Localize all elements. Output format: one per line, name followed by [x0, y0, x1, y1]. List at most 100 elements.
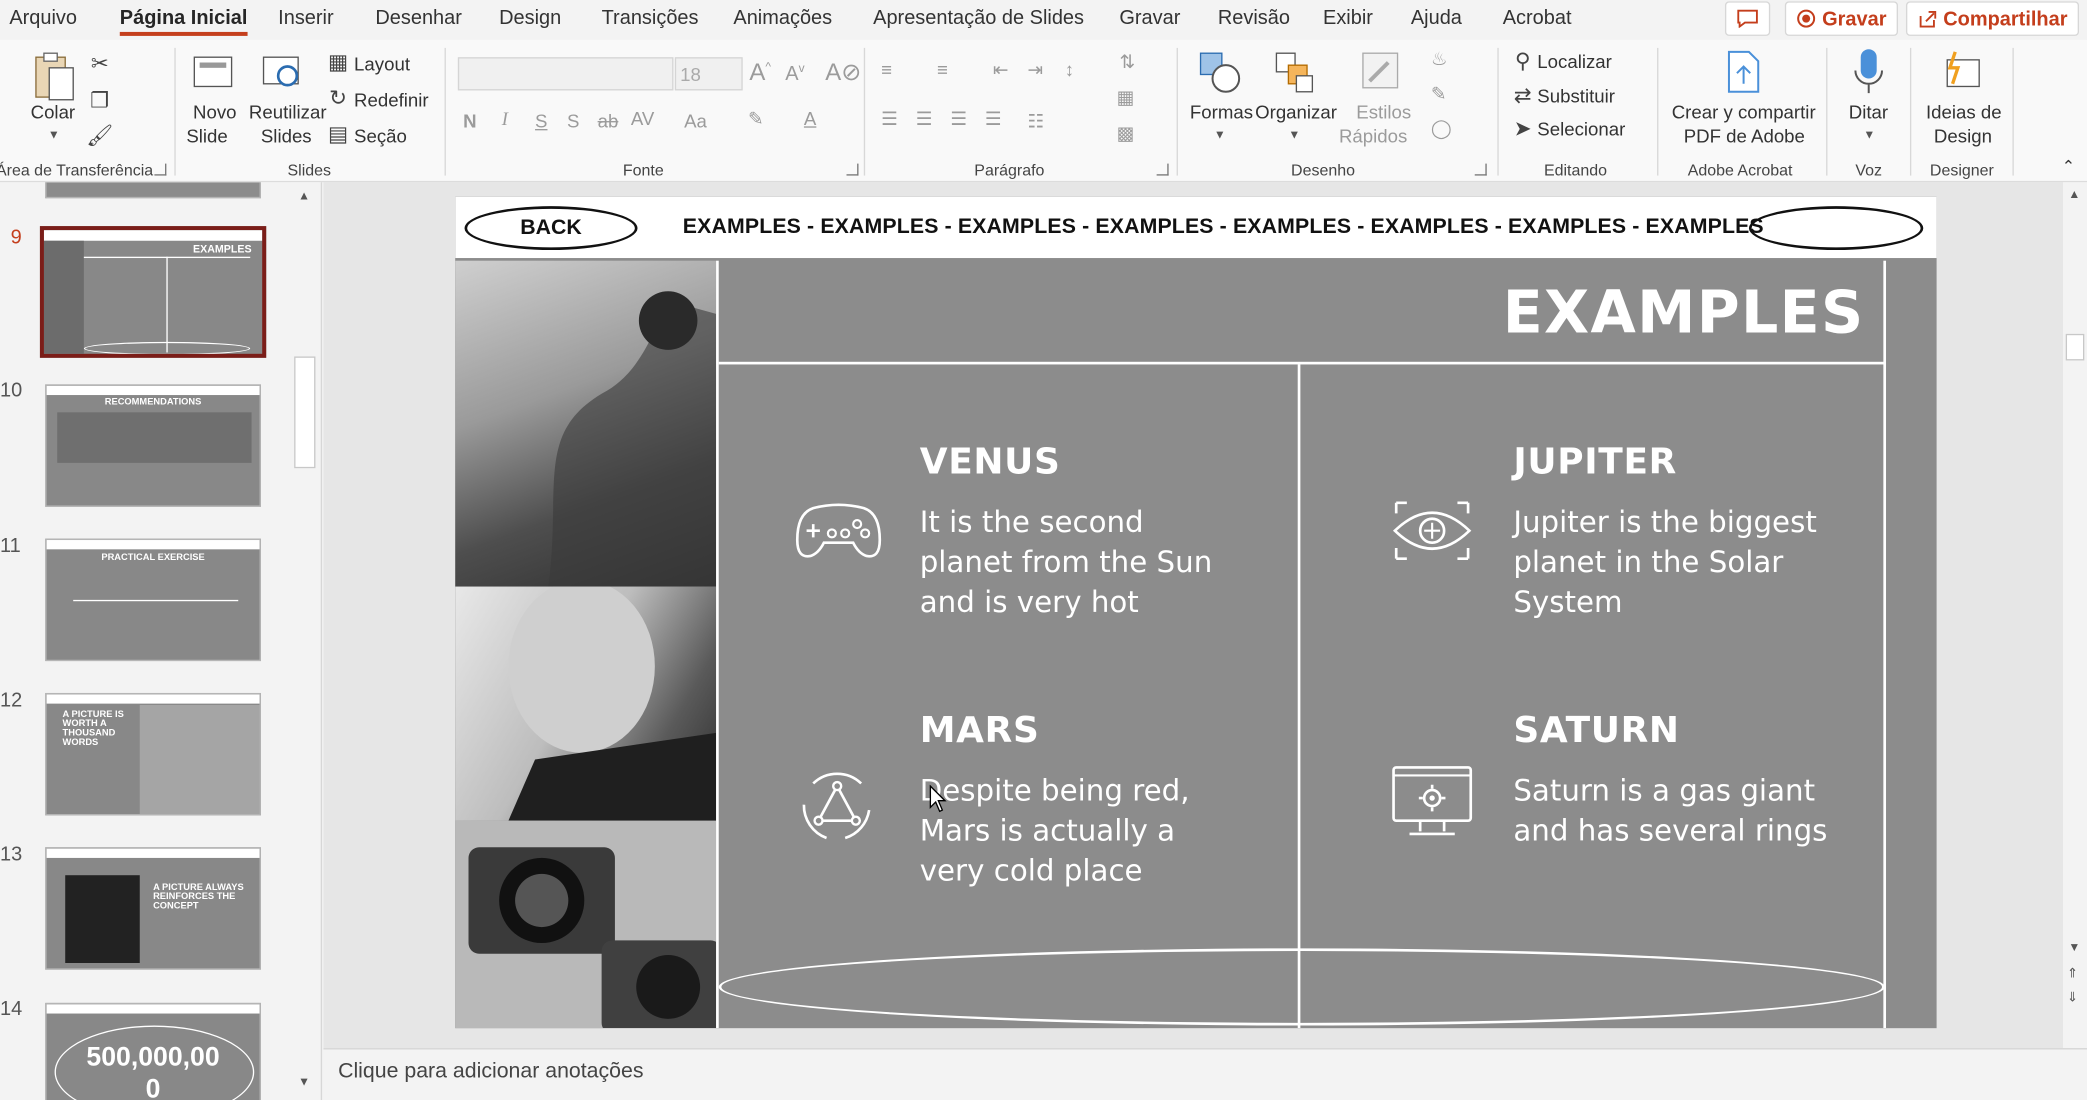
collapse-ribbon-icon[interactable]: ⌃ — [2062, 157, 2075, 176]
create-pdf-label-1[interactable]: Crear y compartir — [1672, 101, 1816, 122]
align-center-icon[interactable]: ☰ — [916, 108, 933, 131]
numbering-icon[interactable]: ≡ — [937, 59, 948, 80]
notes-placeholder[interactable]: Clique para adicionar anotações — [338, 1060, 643, 1084]
dictate-dropdown-icon[interactable]: ▼ — [1863, 128, 1875, 141]
slide-thumbnail-13[interactable]: A PICTURE ALWAYS REINFORCES THE CONCEPT — [45, 847, 261, 970]
font-color-icon[interactable]: A — [804, 108, 816, 129]
tab-animacoes[interactable]: Animações — [733, 7, 832, 30]
shape-effects-icon[interactable]: ◯ — [1431, 117, 1452, 140]
slide-thumbnail-14[interactable]: 500,000,00 0 — [45, 1002, 261, 1100]
tab-gravar[interactable]: Gravar — [1119, 7, 1180, 30]
columns-icon[interactable]: ☷ — [1028, 110, 1045, 133]
font-launcher-icon[interactable] — [846, 163, 859, 176]
paste-button[interactable]: Colar — [31, 101, 76, 122]
quick-styles-icon[interactable] — [1358, 48, 1406, 96]
design-ideas-label-2[interactable]: Design — [1934, 125, 1992, 146]
align-left-icon[interactable]: ☰ — [881, 108, 898, 131]
create-pdf-icon[interactable] — [1720, 48, 1768, 96]
shape-outline-icon[interactable]: ✎ — [1431, 82, 1447, 105]
justify-icon[interactable]: ☰ — [985, 108, 1002, 131]
scroll-thumb[interactable] — [2065, 333, 2085, 361]
tab-pagina-inicial[interactable]: Página Inicial — [119, 7, 247, 36]
comments-button[interactable] — [1724, 1, 1771, 36]
right-oval-button[interactable] — [1748, 206, 1924, 251]
slide-thumbnail-10[interactable]: RECOMMENDATIONS — [45, 384, 261, 507]
new-slide-label-1[interactable]: Novo — [193, 101, 237, 122]
slide-thumbnail-9[interactable]: EXAMPLES — [39, 226, 267, 358]
font-name-select[interactable] — [457, 57, 674, 91]
underline-icon[interactable]: S — [535, 110, 547, 131]
tab-desenhar[interactable]: Desenhar — [375, 7, 462, 30]
tab-exibir[interactable]: Exibir — [1323, 7, 1373, 30]
current-slide[interactable]: BACK EXAMPLES - EXAMPLES - EXAMPLES - EX… — [455, 196, 1937, 1029]
next-slide-icon[interactable]: ⇓ — [2067, 991, 2078, 1006]
arrange-button[interactable]: Organizar — [1255, 101, 1337, 122]
text-direction-icon[interactable]: ⇅ — [1119, 51, 1135, 74]
clipboard-launcher-icon[interactable] — [154, 163, 167, 176]
scroll-up-icon[interactable]: ▲ — [298, 189, 310, 202]
layout-button[interactable]: Layout — [354, 53, 410, 74]
italic-icon[interactable]: I — [502, 110, 508, 131]
quick-styles-label-1[interactable]: Estilos — [1356, 101, 1411, 122]
shrink-font-icon[interactable]: Av — [785, 61, 804, 85]
quick-styles-label-2[interactable]: Rápidos — [1339, 125, 1407, 146]
tab-transicoes[interactable]: Transições — [602, 7, 699, 30]
dictate-button[interactable]: Ditar — [1849, 101, 1888, 122]
grow-font-icon[interactable]: A^ — [749, 59, 771, 87]
slide-thumbnail-12[interactable]: A PICTURE IS WORTH A THOUSAND WORDS — [45, 692, 261, 816]
thumbnails-scrollbar[interactable]: ▲ ▼ — [291, 182, 319, 1100]
bullets-icon[interactable]: ≡ — [881, 59, 892, 80]
paste-icon[interactable] — [29, 48, 77, 104]
tab-ajuda[interactable]: Ajuda — [1411, 7, 1462, 30]
drawing-launcher-icon[interactable] — [1474, 163, 1487, 176]
notes-pane[interactable]: Clique para adicionar anotações — [323, 1048, 2087, 1100]
design-ideas-label-1[interactable]: Ideias de — [1926, 101, 2002, 122]
new-slide-label-2[interactable]: Slide — [186, 125, 227, 146]
section-button[interactable]: Seção — [354, 125, 407, 146]
smartart-icon[interactable]: ▩ — [1117, 122, 1135, 145]
highlight-icon[interactable]: ✎ — [748, 108, 764, 131]
font-size-select[interactable]: 18 — [674, 57, 743, 91]
arrange-icon[interactable] — [1271, 48, 1319, 96]
line-spacing-icon[interactable]: ↕ — [1065, 59, 1074, 80]
change-case-icon[interactable]: Aa — [684, 110, 707, 131]
bold-icon[interactable]: N — [463, 110, 476, 131]
reuse-slides-label-1[interactable]: Reutilizar — [249, 101, 327, 122]
back-button[interactable]: BACK — [464, 206, 638, 251]
select-button[interactable]: Selecionar — [1537, 118, 1625, 139]
char-spacing-icon[interactable]: AV — [631, 108, 654, 129]
copy-icon[interactable]: ❐ — [85, 88, 114, 115]
thumbnail-previous-partial[interactable] — [45, 182, 261, 199]
align-text-icon[interactable]: ▦ — [1117, 86, 1135, 109]
format-painter-icon[interactable]: 🖌 — [85, 122, 114, 149]
increase-indent-icon[interactable]: ⇥ — [1028, 59, 1044, 82]
scroll-up-icon[interactable]: ▲ — [2068, 188, 2080, 201]
tab-arquivo[interactable]: Arquivo — [9, 7, 77, 30]
align-right-icon[interactable]: ☰ — [950, 108, 967, 131]
scroll-down-icon[interactable]: ▼ — [298, 1075, 310, 1088]
reuse-slides-icon[interactable] — [260, 48, 308, 96]
shapes-icon[interactable] — [1195, 48, 1243, 96]
arrange-dropdown-icon[interactable]: ▼ — [1288, 128, 1300, 141]
canvas-scrollbar[interactable]: ▲ ▼ ⇑ ⇓ — [2063, 182, 2087, 1049]
tab-design[interactable]: Design — [499, 7, 561, 30]
microphone-icon[interactable] — [1850, 45, 1887, 98]
shape-fill-icon[interactable]: ♨ — [1431, 48, 1448, 71]
decrease-indent-icon[interactable]: ⇤ — [993, 59, 1009, 82]
new-slide-icon[interactable] — [190, 48, 238, 96]
tab-inserir[interactable]: Inserir — [278, 7, 333, 30]
shapes-button[interactable]: Formas — [1190, 101, 1253, 122]
record-button[interactable]: Gravar — [1784, 1, 1899, 36]
scroll-down-icon[interactable]: ▼ — [2068, 940, 2080, 953]
reuse-slides-label-2[interactable]: Slides — [261, 125, 312, 146]
strikethrough-icon[interactable]: ab — [598, 110, 619, 131]
previous-slide-icon[interactable]: ⇑ — [2067, 967, 2078, 982]
create-pdf-label-2[interactable]: PDF de Adobe — [1684, 125, 1805, 146]
slide-editing-canvas[interactable]: BACK EXAMPLES - EXAMPLES - EXAMPLES - EX… — [323, 182, 2064, 1049]
tab-acrobat[interactable]: Acrobat — [1503, 7, 1572, 30]
tab-apresentacao[interactable]: Apresentação de Slides — [873, 7, 1084, 30]
paragraph-launcher-icon[interactable] — [1156, 163, 1169, 176]
slide-thumbnail-11[interactable]: PRACTICAL EXERCISE — [45, 538, 261, 662]
tab-revisao[interactable]: Revisão — [1218, 7, 1290, 30]
scroll-thumb[interactable] — [294, 356, 316, 469]
